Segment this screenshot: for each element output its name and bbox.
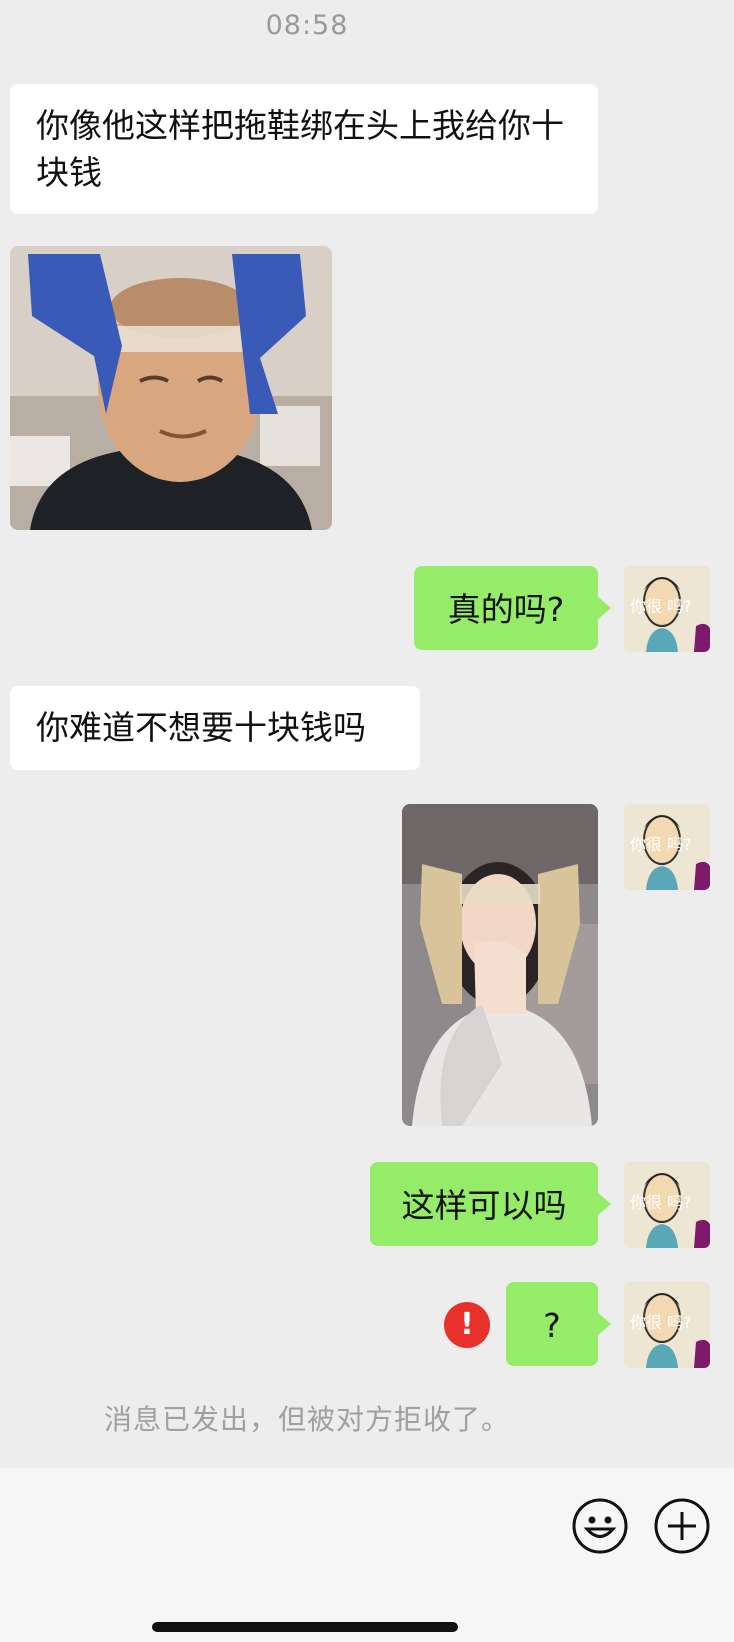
- incoming-photo[interactable]: [10, 246, 332, 530]
- message-text: 你难道不想要十块钱吗: [36, 708, 366, 747]
- timestamp: 08:58: [265, 10, 349, 41]
- outgoing-text-bubble[interactable]: ?: [506, 1282, 611, 1366]
- avatar[interactable]: 你很 吗?: [624, 1162, 710, 1248]
- send-failed-icon[interactable]: !: [444, 1302, 490, 1348]
- avatar-caption: 你很 吗?: [630, 1193, 692, 1212]
- emoji-icon: [572, 1498, 628, 1554]
- avatar-caption: 你很 吗?: [630, 835, 692, 854]
- avatar[interactable]: 你很 吗?: [624, 1282, 710, 1368]
- incoming-text-bubble[interactable]: 你难道不想要十块钱吗: [10, 686, 420, 770]
- woman-photo-image: [402, 804, 598, 1126]
- avatar-caption: 你很 吗?: [630, 1313, 692, 1332]
- outgoing-text-bubble[interactable]: 真的吗?: [414, 566, 611, 650]
- emoji-button[interactable]: [572, 1498, 628, 1554]
- system-notice: 消息已发出，但被对方拒收了。: [103, 1403, 510, 1436]
- message-text: 你像他这样把拖鞋绑在头上我给你十块钱: [36, 106, 564, 192]
- incoming-text-bubble[interactable]: 你像他这样把拖鞋绑在头上我给你十块钱: [10, 84, 598, 214]
- man-photo-image: [10, 246, 332, 530]
- message-text: 真的吗?: [447, 590, 565, 629]
- plus-button[interactable]: [654, 1498, 710, 1554]
- plus-icon: [654, 1498, 710, 1554]
- avatar[interactable]: 你很 吗?: [624, 804, 710, 890]
- outgoing-photo[interactable]: [402, 804, 598, 1126]
- message-text: ?: [543, 1306, 561, 1345]
- home-indicator: [152, 1622, 458, 1632]
- message-text: 这样可以吗: [401, 1186, 567, 1225]
- outgoing-text-bubble[interactable]: 这样可以吗: [370, 1162, 611, 1246]
- input-bar: [0, 1468, 734, 1642]
- avatar[interactable]: 你很 吗?: [624, 566, 710, 652]
- avatar-caption: 你很 吗?: [630, 597, 692, 616]
